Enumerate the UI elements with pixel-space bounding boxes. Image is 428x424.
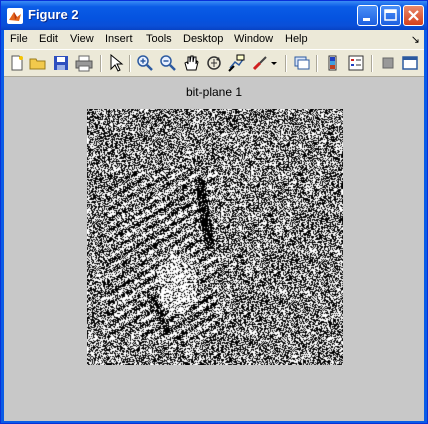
legend-icon[interactable]	[347, 54, 365, 72]
zoom-in-icon[interactable]	[136, 54, 154, 72]
save-icon[interactable]	[52, 54, 70, 72]
bit-plane-image[interactable]	[87, 109, 343, 365]
hide-plot-tools-icon[interactable]	[379, 54, 397, 72]
colorbar-icon[interactable]	[324, 54, 342, 72]
toolbar-separator	[100, 55, 102, 72]
menu-window[interactable]: Window	[234, 33, 273, 45]
minimize-button[interactable]	[357, 5, 378, 26]
maximize-icon	[384, 9, 397, 21]
zoom-out-icon[interactable]	[159, 54, 177, 72]
menu-view[interactable]: View	[70, 33, 94, 45]
figure-toolbar	[4, 49, 424, 77]
menu-overflow-icon[interactable]: ↘	[411, 33, 420, 46]
minimize-icon	[363, 18, 370, 21]
close-icon	[408, 10, 419, 21]
print-icon[interactable]	[75, 54, 93, 72]
rotate-3d-icon[interactable]	[205, 54, 223, 72]
window-title: Figure 2	[28, 7, 79, 22]
toolbar-separator	[129, 55, 131, 72]
link-plot-icon[interactable]	[293, 54, 311, 72]
client-area: File Edit View Insert Tools Desktop Wind…	[4, 30, 424, 421]
data-cursor-icon[interactable]	[228, 54, 246, 72]
edit-plot-icon[interactable]	[107, 54, 125, 72]
pan-icon[interactable]	[182, 54, 200, 72]
close-button[interactable]	[403, 5, 424, 26]
brush-icon[interactable]	[251, 54, 269, 72]
brush-dropdown-icon[interactable]	[269, 54, 279, 72]
new-figure-icon[interactable]	[8, 54, 26, 72]
menu-insert[interactable]: Insert	[105, 33, 133, 45]
toolbar-separator	[285, 55, 287, 72]
menu-help[interactable]: Help	[285, 33, 308, 45]
matlab-logo-icon	[7, 8, 23, 24]
open-file-icon[interactable]	[29, 54, 47, 72]
menu-edit[interactable]: Edit	[39, 33, 58, 45]
figure-canvas: bit-plane 1	[4, 77, 424, 421]
menu-bar: File Edit View Insert Tools Desktop Wind…	[4, 30, 424, 49]
maximize-button[interactable]	[380, 5, 401, 26]
menu-tools[interactable]: Tools	[146, 33, 172, 45]
figure-window: Figure 2 File Edit View Insert Tools Des…	[0, 0, 428, 424]
title-bar[interactable]: Figure 2	[1, 1, 427, 30]
toolbar-separator	[371, 55, 373, 72]
show-plot-tools-icon[interactable]	[401, 54, 419, 72]
toolbar-separator	[316, 55, 318, 72]
menu-desktop[interactable]: Desktop	[183, 33, 223, 45]
axes-title: bit-plane 1	[185, 85, 243, 99]
menu-file[interactable]: File	[10, 33, 28, 45]
